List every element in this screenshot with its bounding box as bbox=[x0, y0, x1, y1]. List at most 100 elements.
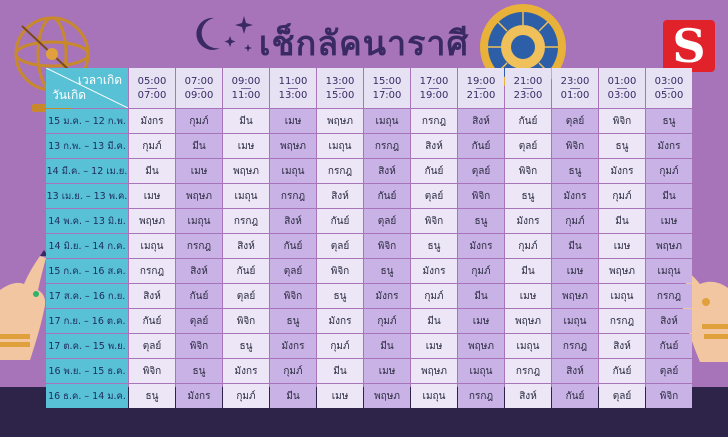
birth-date-range: 17 ส.ค. – 16 ก.ย. bbox=[46, 284, 128, 308]
time-slot-header: 05:00 07:00 bbox=[129, 68, 175, 108]
ascendant-sign-cell: มังกร bbox=[129, 109, 175, 133]
ascendant-sign-cell: สิงห์ bbox=[646, 309, 692, 333]
ascendant-sign-cell: กันย์ bbox=[364, 184, 410, 208]
ascendant-sign-cell: ธนู bbox=[552, 159, 598, 183]
time-slot-start: 01:00 bbox=[607, 75, 637, 87]
ascendant-sign-cell: พฤษภ bbox=[646, 234, 692, 258]
ascendant-sign-cell: เมถุน bbox=[176, 209, 222, 233]
time-slot-header: 11:00 13:00 bbox=[270, 68, 316, 108]
ascendant-sign-cell: เมษ bbox=[411, 334, 457, 358]
ascendant-sign-cell: มังกร bbox=[364, 284, 410, 308]
time-slot-header: 23:00 01:00 bbox=[552, 68, 598, 108]
ascendant-sign-cell: เมษ bbox=[270, 109, 316, 133]
time-slot-header: 15:00 17:00 bbox=[364, 68, 410, 108]
ascendant-sign-cell: มังกร bbox=[270, 334, 316, 358]
ascendant-sign-cell: พฤษภ bbox=[505, 309, 551, 333]
ascendant-sign-cell: ตุลย์ bbox=[599, 384, 645, 408]
ascendant-sign-cell: กุมภ์ bbox=[176, 109, 222, 133]
ascendant-sign-cell: พฤษภ bbox=[317, 109, 363, 133]
ascendant-sign-cell: มังกร bbox=[552, 184, 598, 208]
ascendant-sign-cell: มีน bbox=[646, 184, 692, 208]
birth-date-range: 14 พ.ค. – 13 มิ.ย. bbox=[46, 209, 128, 233]
ascendant-sign-cell: กันย์ bbox=[646, 334, 692, 358]
ascendant-sign-cell: มีน bbox=[552, 234, 598, 258]
ascendant-sign-cell: กรกฎ bbox=[552, 334, 598, 358]
ascendant-sign-cell: กันย์ bbox=[223, 259, 269, 283]
time-slot-header: 21:00 23:00 bbox=[505, 68, 551, 108]
ascendant-sign-cell: กันย์ bbox=[129, 309, 175, 333]
ascendant-sign-cell: มีน bbox=[599, 209, 645, 233]
time-slot-header: 13:00 15:00 bbox=[317, 68, 363, 108]
ascendant-sign-cell: พฤษภ bbox=[223, 159, 269, 183]
birth-date-range: 17 ต.ค. – 15 พ.ย. bbox=[46, 334, 128, 358]
ascendant-sign-cell: กุมภ์ bbox=[599, 184, 645, 208]
time-slot-start: 05:00 bbox=[137, 75, 167, 87]
birth-date-range: 15 ม.ค. – 12 ก.พ. bbox=[46, 109, 128, 133]
time-slot-start: 07:00 bbox=[184, 75, 214, 87]
ascendant-sign-cell: กุมภ์ bbox=[223, 384, 269, 408]
birth-date-label: วันเกิด bbox=[52, 88, 87, 102]
ascendant-sign-cell: พิจิก bbox=[364, 234, 410, 258]
table-corner-header: เวลาเกิด วันเกิด bbox=[46, 68, 128, 108]
ascendant-sign-cell: ธนู bbox=[411, 234, 457, 258]
time-slot-end: 23:00 bbox=[513, 89, 543, 101]
ascendant-sign-cell: เมษ bbox=[129, 184, 175, 208]
time-slot-header: 17:00 19:00 bbox=[411, 68, 457, 108]
ascendant-sign-cell: กุมภ์ bbox=[552, 209, 598, 233]
ascendant-sign-cell: ธนู bbox=[458, 209, 504, 233]
time-slot-start: 17:00 bbox=[419, 75, 449, 87]
ascendant-sign-cell: กรกฎ bbox=[317, 159, 363, 183]
ascendant-sign-cell: เมถุน bbox=[458, 359, 504, 383]
ascendant-sign-cell: กุมภ์ bbox=[270, 359, 316, 383]
ascendant-sign-cell: กุมภ์ bbox=[364, 309, 410, 333]
birth-date-range: 14 มิ.ย. – 14 ก.ค. bbox=[46, 234, 128, 258]
time-slot-end: 19:00 bbox=[419, 89, 449, 101]
ascendant-sign-cell: ธนู bbox=[129, 384, 175, 408]
ascendant-sign-cell: เมถุน bbox=[129, 234, 175, 258]
ascendant-sign-cell: พิจิก bbox=[552, 134, 598, 158]
ascendant-sign-cell: กรกฎ bbox=[599, 309, 645, 333]
ascendant-sign-cell: ตุลย์ bbox=[270, 259, 316, 283]
ascendant-sign-cell: มีน bbox=[458, 284, 504, 308]
ascendant-sign-cell: กันย์ bbox=[411, 159, 457, 183]
ascendant-sign-cell: มีน bbox=[317, 359, 363, 383]
ascendant-sign-cell: สิงห์ bbox=[270, 209, 316, 233]
ascendant-sign-cell: สิงห์ bbox=[317, 184, 363, 208]
ascendant-sign-cell: กรกฎ bbox=[505, 359, 551, 383]
ascendant-sign-cell: เมษ bbox=[505, 284, 551, 308]
ascendant-sign-cell: กรกฎ bbox=[364, 134, 410, 158]
ascendant-sign-cell: ตุลย์ bbox=[317, 234, 363, 258]
time-slot-header: 09:00 11:00 bbox=[223, 68, 269, 108]
ascendant-table: เวลาเกิด วันเกิด 05:00 07:00 07:00 09:00 09:… bbox=[46, 68, 692, 408]
ascendant-sign-cell: ธนู bbox=[599, 134, 645, 158]
ascendant-sign-cell: สิงห์ bbox=[129, 284, 175, 308]
time-slot-end: 03:00 bbox=[607, 89, 637, 101]
ascendant-sign-cell: กุมภ์ bbox=[458, 259, 504, 283]
ascendant-sign-cell: กุมภ์ bbox=[505, 234, 551, 258]
birth-date-range: 16 พ.ย. – 15 ธ.ค. bbox=[46, 359, 128, 383]
birth-date-range: 17 ก.ย. – 16 ต.ค. bbox=[46, 309, 128, 333]
time-slot-end: 17:00 bbox=[372, 89, 402, 101]
time-slot-start: 13:00 bbox=[325, 75, 355, 87]
time-slot-end: 21:00 bbox=[466, 89, 496, 101]
ascendant-sign-cell: กันย์ bbox=[317, 209, 363, 233]
ascendant-sign-cell: เมษ bbox=[458, 309, 504, 333]
time-slot-end: 05:00 bbox=[654, 89, 684, 101]
ascendant-sign-cell: พิจิก bbox=[411, 209, 457, 233]
ascendant-sign-cell: สิงห์ bbox=[176, 259, 222, 283]
ascendant-sign-cell: มีน bbox=[129, 159, 175, 183]
ascendant-sign-cell: พฤษภ bbox=[270, 134, 316, 158]
ascendant-sign-cell: พิจิก bbox=[223, 309, 269, 333]
ascendant-sign-cell: เมษ bbox=[364, 359, 410, 383]
ascendant-sign-cell: กรกฎ bbox=[646, 284, 692, 308]
time-slot-end: 07:00 bbox=[137, 89, 167, 101]
ascendant-sign-cell: มีน bbox=[411, 309, 457, 333]
ascendant-sign-cell: พฤษภ bbox=[599, 259, 645, 283]
ascendant-sign-cell: กรกฎ bbox=[129, 259, 175, 283]
ascendant-sign-cell: มังกร bbox=[458, 234, 504, 258]
ascendant-sign-cell: พฤษภ bbox=[129, 209, 175, 233]
ascendant-sign-cell: ตุลย์ bbox=[129, 334, 175, 358]
ascendant-sign-cell: ตุลย์ bbox=[646, 359, 692, 383]
ascendant-sign-cell: มีน bbox=[176, 134, 222, 158]
time-slot-header: 03:00 05:00 bbox=[646, 68, 692, 108]
